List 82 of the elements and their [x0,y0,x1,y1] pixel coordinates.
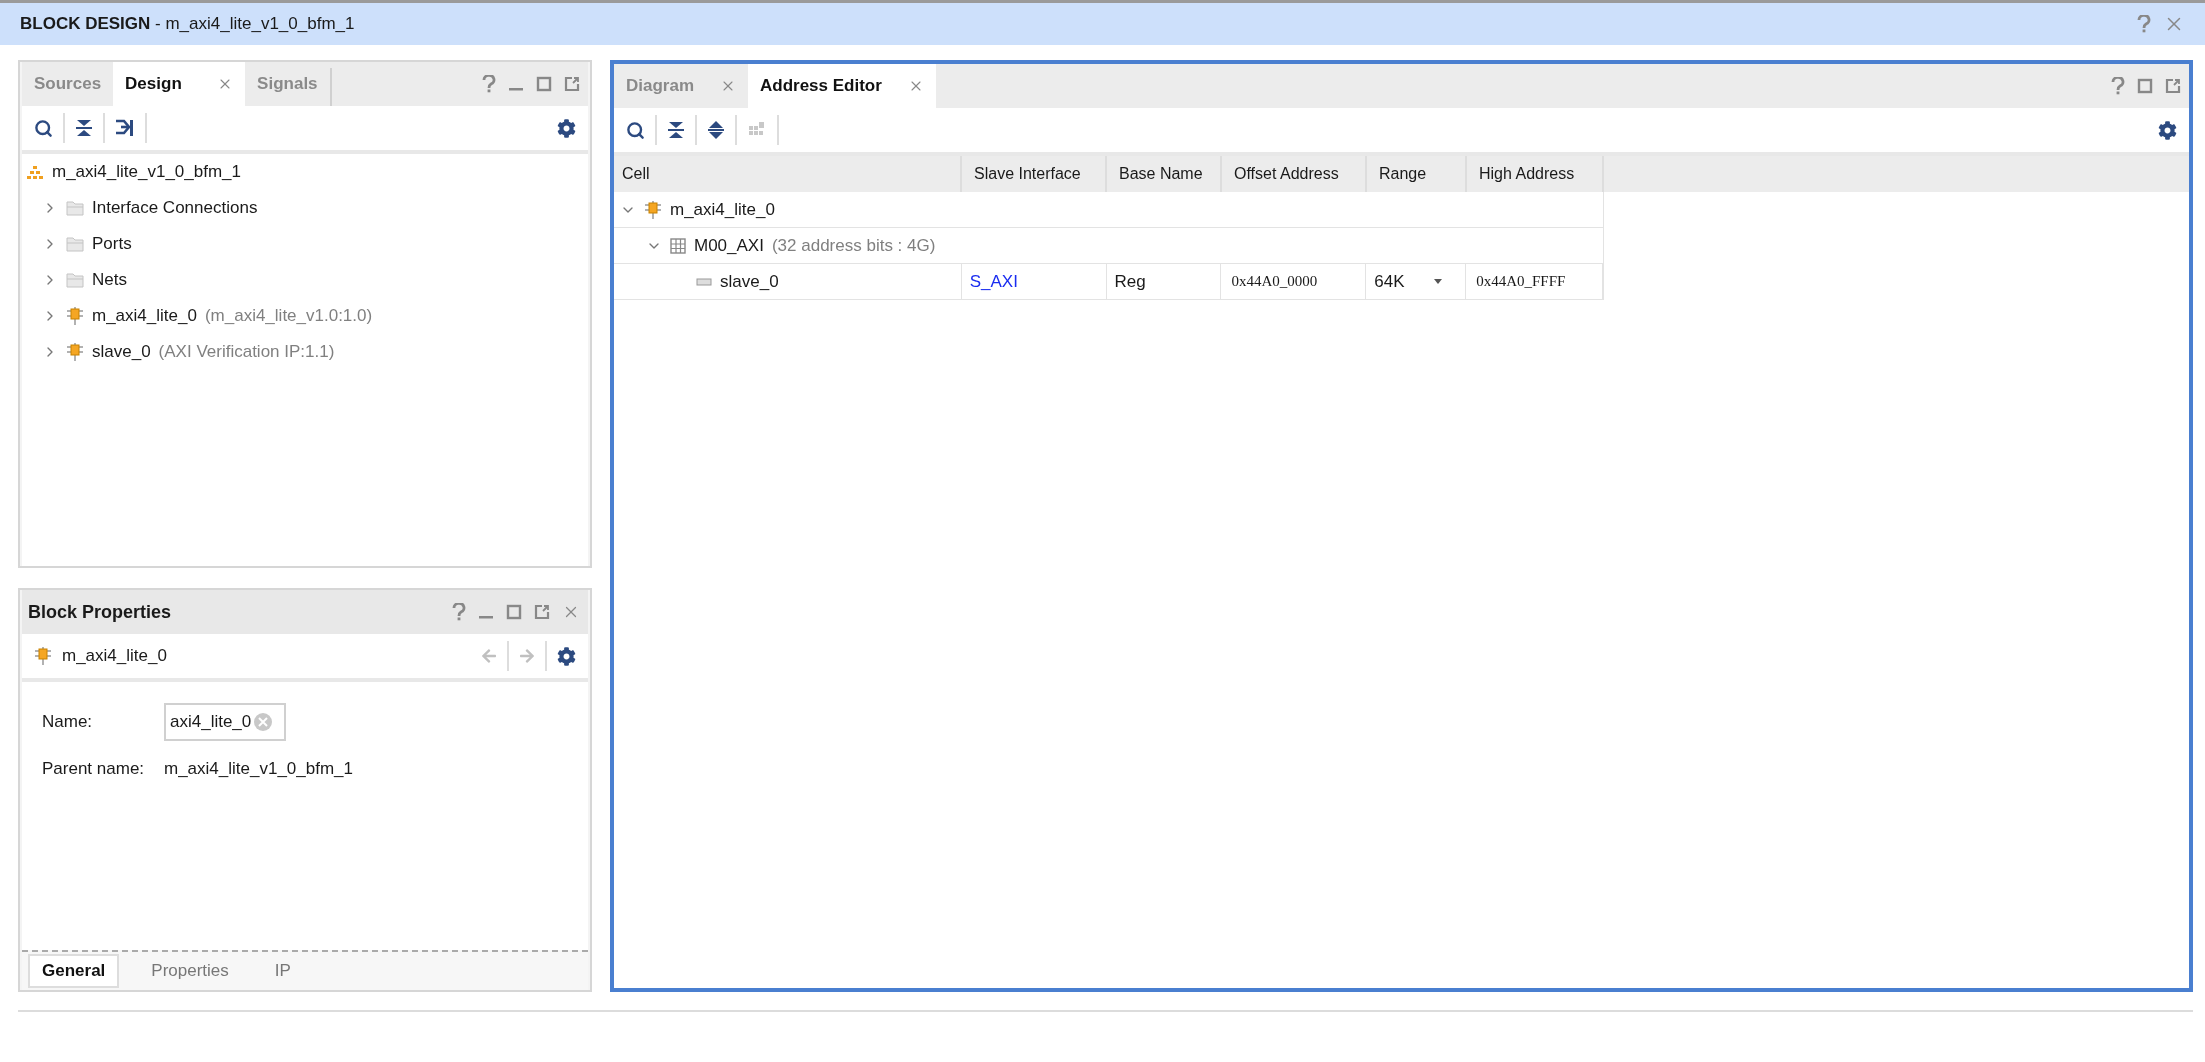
float-icon[interactable] [2165,78,2181,94]
maximize-icon[interactable] [2137,78,2153,94]
tree-item-label: Interface Connections [92,198,258,218]
range-dropdown[interactable]: 64K [1374,271,1443,292]
search-icon[interactable] [626,120,645,140]
tree-item-label: Nets [92,270,127,290]
properties-tab[interactable]: General [28,954,120,988]
collapse-all-icon[interactable] [75,118,93,138]
float-icon[interactable] [534,604,550,620]
cell-detail: (32 address bits : 4G) [771,235,936,256]
field-value: m_axi4_lite_v1_0_bfm_1 [164,759,354,779]
column-header[interactable]: Base Name [1107,156,1222,192]
tree-item-label: m_axi4_lite_v1_0_bfm_1 [52,162,241,182]
folder-icon [66,272,84,288]
hierarchy-icon [26,164,44,180]
editor-tab[interactable]: Address Editor [748,64,936,108]
properties-tab[interactable]: IP [260,954,305,988]
clear-icon[interactable] [253,712,274,732]
tree-item-detail: (AXI Verification IP:1.1) [158,342,335,362]
ip-block-icon [644,199,662,220]
folder-icon [66,236,84,252]
help-icon[interactable] [482,75,496,93]
tree-item-label: slave_0 [92,342,151,362]
tree-item-label: Ports [92,234,132,254]
tree-item-detail: (m_axi4_lite_v1.0:1.0) [204,306,373,326]
table-cell-text: 0x44A0_FFFF [1476,273,1566,290]
float-icon[interactable] [564,76,580,92]
cell-name: m_axi4_lite_0 [670,199,775,220]
cell-name: slave_0 [720,271,779,292]
tree-item[interactable]: Ports [22,226,588,262]
column-header[interactable]: Offset Address [1222,156,1367,192]
tree-item[interactable]: m_axi4_lite_0 (m_axi4_lite_v1.0:1.0) [22,298,588,334]
tab-label: Address Editor [760,76,882,96]
name-field[interactable]: axi4_lite_0 [164,703,286,741]
column-header[interactable]: High Address [1467,156,1604,192]
folder-icon [66,200,84,216]
table-cell-text: Reg [1114,271,1146,292]
maximize-icon[interactable] [506,604,522,620]
ip-block-icon [66,342,84,362]
field-value: axi4_lite_0 [170,712,252,732]
table-row[interactable]: m_axi4_lite_0 [614,192,1604,228]
tab-label: Diagram [626,76,695,96]
table-row[interactable]: M00_AXI (32 address bits : 4G) [614,228,1604,264]
panel-tab[interactable]: Design [113,62,246,106]
maximize-icon[interactable] [536,76,552,92]
window-title: BLOCK DESIGN - m_axi4_lite_v1_0_bfm_1 [20,14,356,34]
back-icon[interactable] [481,648,497,664]
settings-icon[interactable] [557,118,576,138]
ip-block-icon [66,306,84,326]
field-label: Name: [42,712,94,732]
search-icon[interactable] [34,118,53,138]
column-header[interactable]: Range [1367,156,1467,192]
tree-item[interactable]: m_axi4_lite_v1_0_bfm_1 [22,154,588,190]
collapse-all-icon[interactable] [667,120,685,140]
object-name: m_axi4_lite_0 [62,646,167,666]
properties-tab[interactable]: Properties [137,954,243,988]
help-icon[interactable] [2111,77,2125,95]
caret-icon [1434,279,1443,284]
tab-label: Sources [34,74,102,94]
tree-item[interactable]: Interface Connections [22,190,588,226]
interface-link[interactable]: S_AXI [969,271,1018,292]
ip-block-icon [34,646,52,666]
help-icon[interactable] [2137,15,2151,33]
help-icon[interactable] [452,603,466,621]
expand-all-icon[interactable] [707,120,725,140]
table-row[interactable]: slave_0 S_AXI Reg 0x44A0_0000 64K 0x44A0_FFFF [614,264,1604,300]
cell-name: M00_AXI [694,235,764,256]
column-header[interactable]: Cell [614,156,962,192]
panel-title: Block Properties [27,601,172,623]
forward-icon[interactable] [519,648,535,664]
table-cell-text: 0x44A0_0000 [1231,273,1318,290]
interface-icon [670,237,686,254]
settings-icon[interactable] [2158,120,2177,140]
column-header[interactable]: Slave Interface [962,156,1107,192]
tree-item-label: m_axi4_lite_0 [92,306,197,326]
tree-item[interactable]: slave_0 (AXI Verification IP:1.1) [22,334,588,370]
settings-icon[interactable] [557,646,576,666]
field-label: Parent name: [42,759,146,779]
tree-item[interactable]: Nets [22,262,588,298]
segment-icon [696,277,712,286]
tab-label: Signals [257,74,318,94]
tab-label: Design [125,74,182,94]
